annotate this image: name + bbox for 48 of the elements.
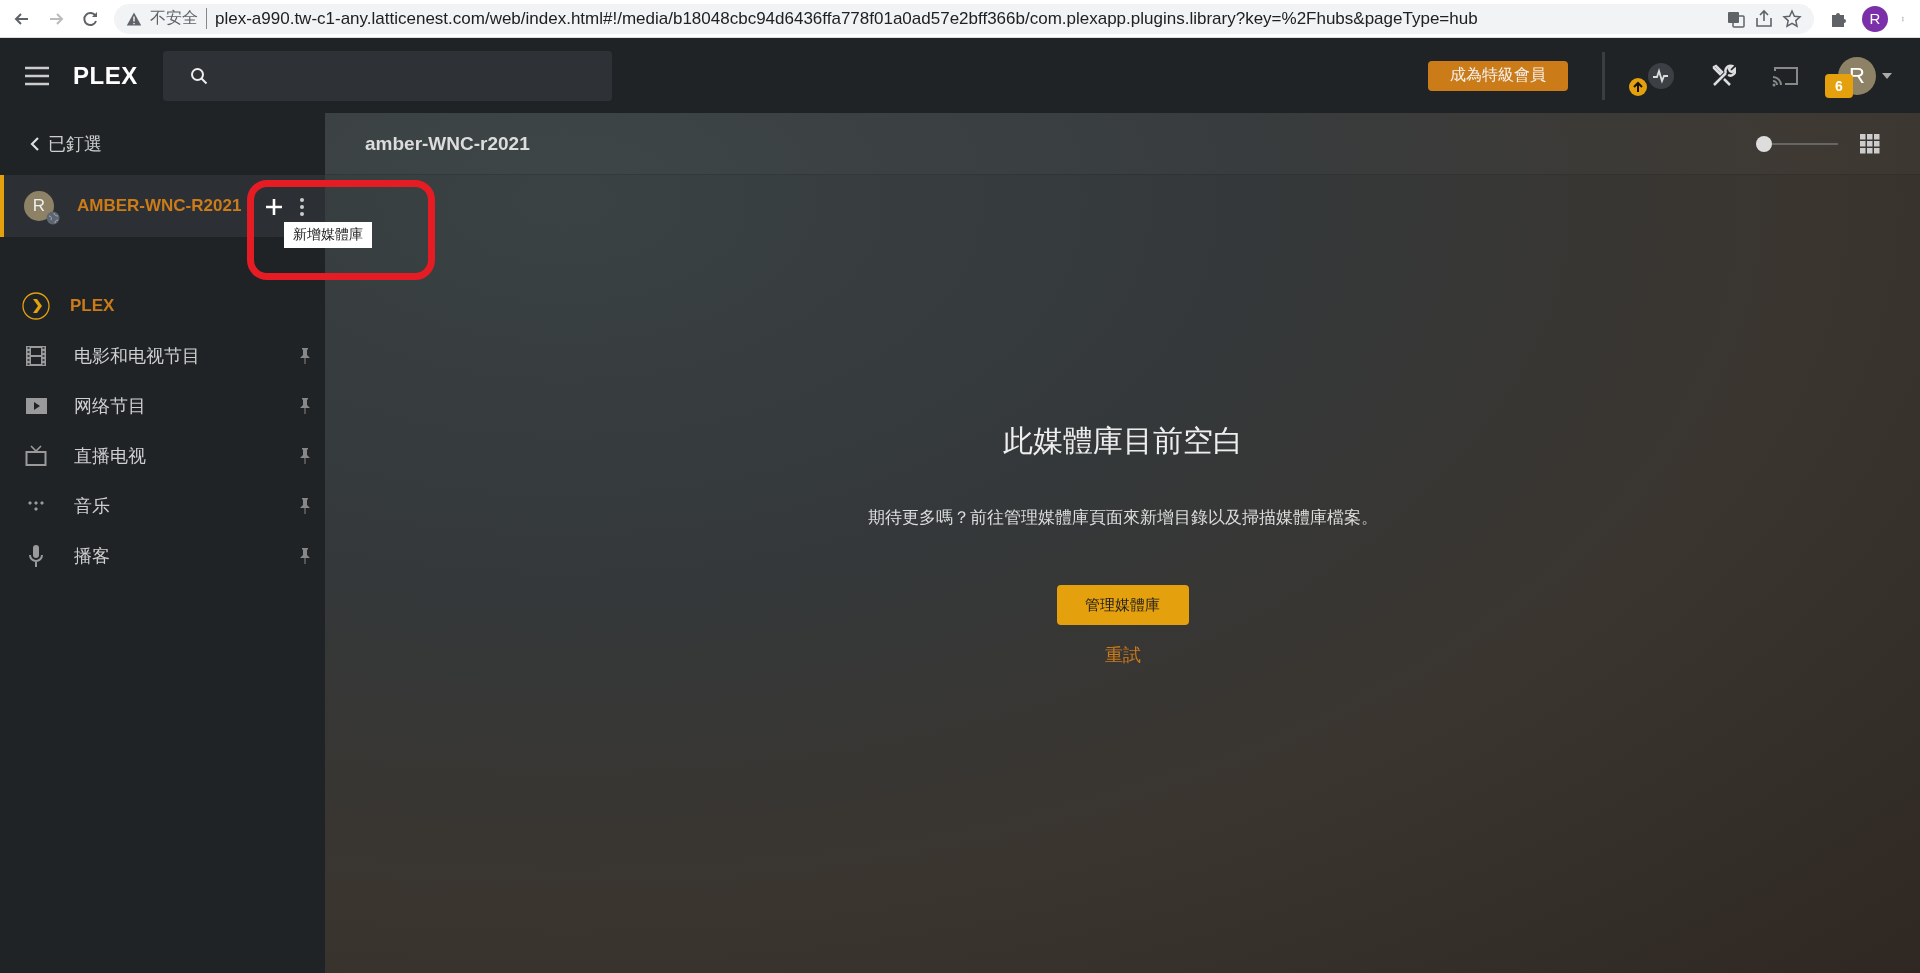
share-icon[interactable] <box>1754 8 1774 29</box>
upload-icon <box>1629 77 1647 96</box>
profile-avatar[interactable]: R <box>1862 5 1888 32</box>
slider-thumb[interactable] <box>1756 135 1772 152</box>
server-name: AMBER-WNC-R2021 <box>77 196 242 216</box>
manage-library-button[interactable]: 管理媒體庫 <box>1056 585 1189 625</box>
search-icon <box>189 66 208 85</box>
back-label: 已釘選 <box>48 133 102 156</box>
chevron-left-icon <box>30 136 40 152</box>
pin-icon[interactable] <box>299 397 311 415</box>
empty-message: 期待更多嗎？前往管理媒體庫頁面來新增目錄以及掃描媒體庫檔案。 <box>867 507 1378 529</box>
sidebar-item[interactable]: 直播电视 <box>0 431 325 481</box>
pin-icon[interactable] <box>299 347 311 365</box>
security-label: 不安全 <box>150 8 207 29</box>
caret-icon <box>1882 72 1892 79</box>
sidebar-item[interactable]: 网络节目 <box>0 381 325 431</box>
sidebar-label: 网络节目 <box>74 395 147 418</box>
retry-link[interactable]: 重試 <box>1104 643 1141 667</box>
globe-icon <box>46 211 60 225</box>
pin-icon[interactable] <box>299 447 311 465</box>
warning-icon <box>126 10 142 27</box>
sidebar-label: 播客 <box>74 545 111 568</box>
back-link[interactable]: 已釘選 <box>0 113 325 175</box>
sidebar-label: 电影和电视节目 <box>74 345 201 368</box>
more-icon[interactable] <box>299 197 305 217</box>
pin-icon[interactable] <box>299 547 311 565</box>
url-text: plex-a990.tw-c1-any.latticenest.com/web/index.html#!/media/b18048cbc94d6436ffa778f01a0ad57e2bff366b/com.plexapp.plugins.library?key=%2Fhubs&pageType=hub <box>215 8 1478 29</box>
cast-icon <box>1771 64 1799 87</box>
sidebar-item[interactable]: 播客 <box>0 531 325 581</box>
sidebar-label: PLEX <box>70 296 116 316</box>
sidebar-item[interactable]: 音乐 <box>0 481 325 531</box>
chevron-circle-icon <box>22 292 50 320</box>
sidebar-item[interactable]: 电影和电视节目 <box>0 331 325 381</box>
empty-heading: 此媒體庫目前空白 <box>1002 423 1243 459</box>
pin-icon[interactable] <box>299 497 311 515</box>
tooltip: 新增媒體庫 <box>284 222 372 248</box>
activity-icon[interactable] <box>1647 61 1675 90</box>
sidebar-label: 直播电视 <box>74 445 147 468</box>
search-field[interactable] <box>162 50 612 101</box>
sidebar-item[interactable]: PLEX <box>0 281 325 331</box>
star-icon[interactable] <box>1782 8 1802 29</box>
menu-icon[interactable] <box>25 65 49 86</box>
grid-icon[interactable] <box>1860 133 1880 154</box>
sidebar-label: 音乐 <box>74 495 111 518</box>
library-title: amber-WNC-r2021 <box>365 132 530 155</box>
address-bar[interactable]: 不安全 plex-a990.tw-c1-any.latticenest.com/web/index.html#!/media/b18048cbc94d6436ffa778f01a0ad57e2bff366b/com.plexapp.plugins.library?key=%2Fhubs&pageType=hub <box>114 3 1814 34</box>
plex-logo[interactable]: PLEX <box>73 61 138 90</box>
add-icon[interactable] <box>265 198 283 216</box>
